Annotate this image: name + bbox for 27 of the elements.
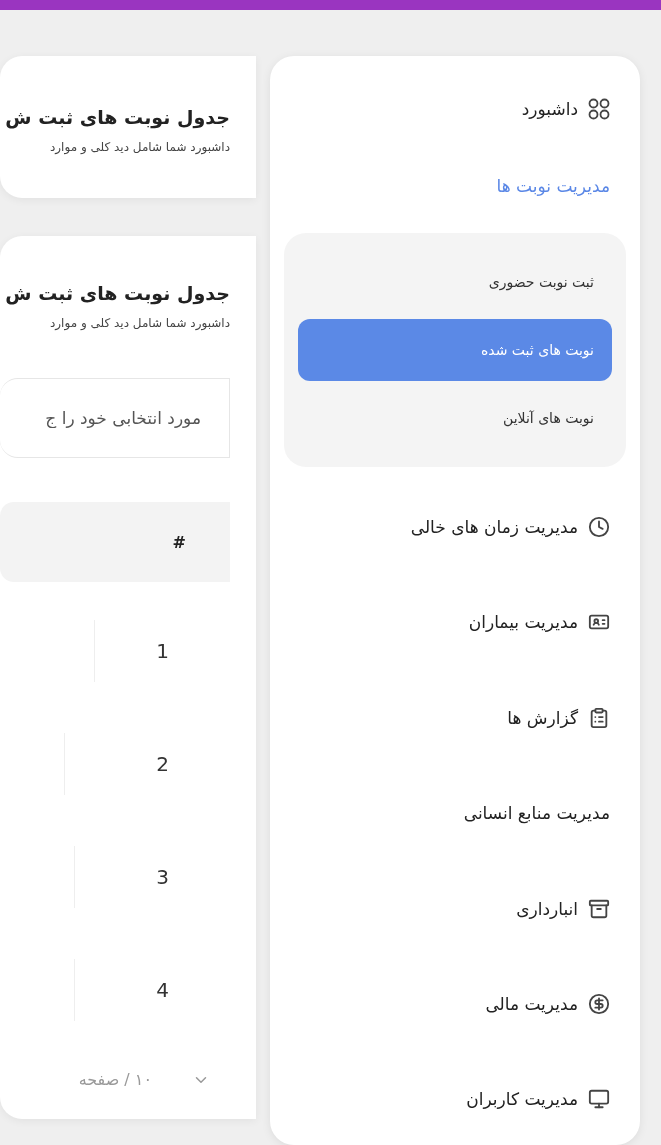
grid-icon <box>588 97 610 120</box>
sidebar-item[interactable]: گزارش ها <box>284 672 626 764</box>
sidebar-item[interactable]: داشبورد <box>284 78 626 140</box>
clipboard-icon <box>588 706 610 729</box>
sidebar-item[interactable]: مدیریت منابع انسانی <box>284 767 626 859</box>
table-cell-text: 2 <box>155 751 170 776</box>
sidebar-item[interactable]: مدیریت کاربران <box>284 1053 626 1145</box>
sidebar-item[interactable]: مدیریت زمان های خالی <box>284 481 626 573</box>
card-title: جدول نوبت های ثبت ش <box>4 106 230 128</box>
table-cell-text: 3 <box>155 864 170 889</box>
dollar-coin-icon <box>588 992 610 1015</box>
archive-icon <box>588 897 610 920</box>
card-subtitle: داشبورد شما شامل دید کلی و موارد <box>48 140 230 154</box>
sidebar-item[interactable]: مدیریت مالی <box>284 958 626 1050</box>
clock-icon <box>588 516 610 538</box>
column-header: # <box>172 532 186 552</box>
sidebar-item[interactable]: مدیریت بیماران <box>284 576 626 669</box>
sidebar-section[interactable]: مدیریت نوبت ها <box>284 143 626 230</box>
submenu-item[interactable]: نوبت های آنلاین <box>298 387 612 450</box>
search-field[interactable]: مورد انتخابی خود را ج <box>0 378 230 458</box>
table-cell-text: 1 <box>155 638 170 663</box>
monitor-icon <box>588 1088 610 1111</box>
table-cell-text: 4 <box>155 977 170 1002</box>
sidebar-item[interactable]: انبارداری <box>284 862 626 955</box>
card-subtitle: داشبورد شما شامل دید کلی و موارد <box>48 316 230 330</box>
card-title: جدول نوبت های ثبت ش <box>4 282 230 304</box>
submenu-item[interactable]: ثبت نوبت حضوری <box>298 251 612 314</box>
